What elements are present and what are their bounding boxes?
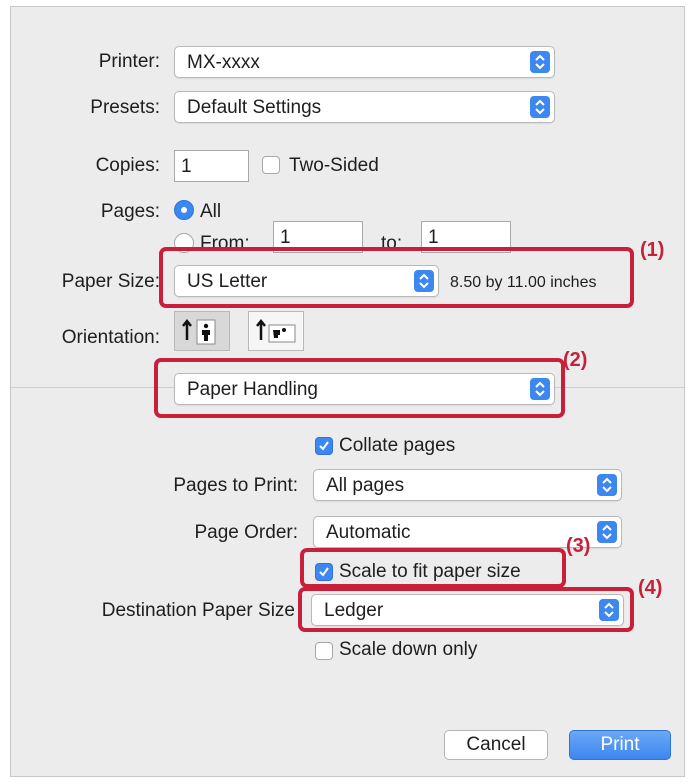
two-sided-checkbox[interactable] (262, 156, 280, 174)
callout-number-3: (3) (566, 535, 591, 557)
copies-value: 1 (181, 156, 192, 177)
print-dialog: Printer: MX-xxxx Presets: Default Settin… (10, 6, 685, 777)
collate-label: Collate pages (339, 435, 456, 456)
callout-number-2: (2) (563, 349, 588, 371)
pages-all-label: All (200, 201, 222, 222)
callout-box-2 (154, 358, 565, 418)
print-button[interactable]: Print (569, 730, 671, 760)
chevron-updown-icon (597, 521, 617, 543)
chevron-updown-icon (530, 51, 550, 73)
page-order-value: Automatic (326, 522, 411, 543)
pages-to-print-label: Pages to Print: (173, 475, 298, 496)
copies-label: Copies: (95, 155, 160, 176)
presets-label: Presets: (90, 97, 160, 118)
copies-field[interactable]: 1 (174, 150, 249, 182)
destination-paper-size-label: Destination Paper Size (101, 600, 295, 621)
orientation-label: Orientation: (61, 327, 160, 348)
pages-from-value: 1 (280, 227, 291, 248)
pages-to-value: 1 (428, 227, 439, 248)
callout-number-1: (1) (640, 239, 665, 261)
pages-all-radio[interactable] (174, 200, 194, 220)
presets-value: Default Settings (187, 97, 322, 118)
paper-size-label: Paper Size: (61, 271, 160, 292)
page-order-label: Page Order: (194, 522, 299, 543)
pages-to-print-value: All pages (326, 475, 405, 496)
scale-down-checkbox[interactable] (315, 642, 333, 660)
printer-value: MX-xxxx (187, 52, 260, 73)
scale-down-label: Scale down only (339, 639, 478, 660)
portrait-orientation-icon[interactable] (174, 311, 230, 351)
callout-number-4: (4) (638, 577, 663, 599)
two-sided-label: Two-Sided (289, 155, 379, 176)
printer-popup[interactable]: MX-xxxx (174, 46, 555, 78)
chevron-updown-icon (530, 96, 550, 118)
callout-box-1 (159, 247, 634, 308)
collate-checkbox[interactable] (315, 437, 333, 455)
chevron-updown-icon (597, 474, 617, 496)
callout-box-3 (300, 548, 566, 588)
printer-label: Printer: (98, 51, 160, 72)
callout-box-4 (298, 587, 634, 632)
pages-to-print-popup[interactable]: All pages (313, 469, 622, 501)
pages-label: Pages: (100, 201, 160, 222)
cancel-button[interactable]: Cancel (444, 730, 548, 760)
presets-popup[interactable]: Default Settings (174, 91, 555, 123)
landscape-orientation-icon[interactable] (248, 311, 304, 351)
checkmark-icon (319, 441, 329, 451)
